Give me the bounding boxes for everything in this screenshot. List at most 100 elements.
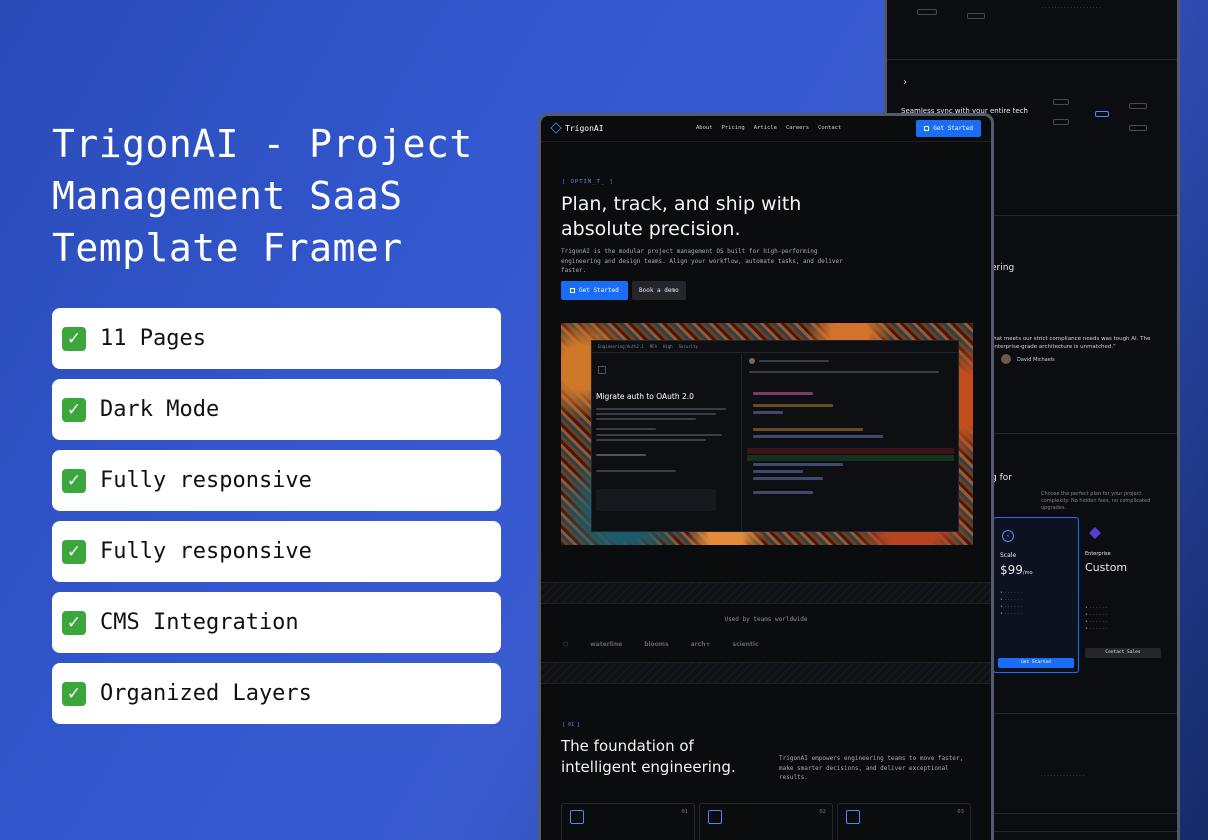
check-mark-icon: ✓ xyxy=(62,610,86,635)
check-mark-icon: ✓ xyxy=(62,326,86,351)
check-mark-icon: ✓ xyxy=(62,397,86,422)
check-mark-icon: ✓ xyxy=(62,681,86,706)
client-logo: arch+ xyxy=(690,641,711,648)
code-line xyxy=(753,404,833,407)
text-line xyxy=(596,413,716,415)
code-line xyxy=(753,428,863,431)
feature-item: ✓ Fully responsive xyxy=(52,521,501,582)
logo[interactable]: TrigonAI xyxy=(550,122,604,134)
workflow-icon xyxy=(570,810,584,824)
hero-artwork: Engineering/Auth2.1 MFA High Security Mi… xyxy=(561,323,973,545)
pricing-desc: Choose the perfect plan for your project… xyxy=(1041,491,1151,511)
diagram-node xyxy=(1129,125,1147,131)
diff-removed-line xyxy=(747,448,954,454)
get-started-button[interactable]: Get Started xyxy=(561,281,628,300)
plan-cta-button[interactable]: Get Started xyxy=(998,658,1074,668)
testimonial-quote: that meets our strict compliance needs w… xyxy=(991,336,1151,350)
plan-name: Scale xyxy=(1000,552,1017,559)
client-logo: blooms xyxy=(644,641,669,648)
text-line xyxy=(596,418,696,420)
nav-cta-label: Get Started xyxy=(933,125,973,132)
feature-item: ✓ Fully responsive xyxy=(52,450,501,511)
get-started-label: Get Started xyxy=(579,287,619,294)
app-tabs: Engineering/Auth2.1 MFA High Security xyxy=(592,341,958,353)
issue-title: Migrate auth to OAuth 2.0 xyxy=(596,392,694,401)
square-icon xyxy=(570,288,575,293)
text-line xyxy=(596,408,726,410)
feature-label: Fully responsive xyxy=(100,468,312,493)
grid-icon xyxy=(708,810,722,824)
section-description: TrigonAI empowers engineering teams to m… xyxy=(779,755,964,781)
diagram-node xyxy=(917,9,937,15)
square-icon xyxy=(924,126,930,131)
client-logo: waterline xyxy=(590,641,623,648)
code-line xyxy=(753,477,823,480)
divider xyxy=(887,59,1177,60)
nav-link-about[interactable]: About xyxy=(696,125,713,131)
avatar xyxy=(749,358,755,364)
hero-description: TrigonAI is the modular project manageme… xyxy=(561,248,843,274)
front-screenshot: TrigonAI About Pricing Article Careers C… xyxy=(538,113,994,840)
feature-label: Dark Mode xyxy=(100,397,220,422)
avatar xyxy=(1001,354,1011,364)
nav-link-careers[interactable]: Careers xyxy=(786,125,809,131)
client-logo: scientic xyxy=(732,641,759,648)
hero-title: Plan, track, and ship with absolute prec… xyxy=(561,193,802,240)
text-line xyxy=(759,360,829,362)
back-text-lines: · · · · · · · · · · · · · · · · · · · xyxy=(1042,5,1101,11)
text-line xyxy=(596,454,646,456)
feature-item: ✓ CMS Integration xyxy=(52,592,501,653)
feature-card: 01 xyxy=(561,803,695,840)
issue-panel: Migrate auth to OAuth 2.0 xyxy=(592,354,742,531)
app-tab: High xyxy=(663,344,673,349)
app-preview: Engineering/Auth2.1 MFA High Security Mi… xyxy=(591,340,959,532)
section-title: The foundation of intelligent engineerin… xyxy=(561,737,736,776)
feature-card: 02 xyxy=(699,803,833,840)
plan-name: Enterprise xyxy=(1085,551,1111,557)
person-name: David Michaels xyxy=(1017,357,1055,363)
comment-box xyxy=(596,489,716,511)
code-line xyxy=(753,470,803,473)
book-demo-button[interactable]: Book a demo xyxy=(632,281,686,300)
lightning-icon: ⚡ xyxy=(1002,530,1014,542)
plan-card-scale: ⚡ Scale $99/mo • · · · · · · • · · · · · … xyxy=(993,517,1079,673)
feature-card: 03 xyxy=(837,803,971,840)
section-heading: ering xyxy=(991,263,1015,273)
pricing-heading: g for xyxy=(991,473,1012,483)
faq-intro: · · · · · · · · · · · · · · xyxy=(1041,773,1084,779)
client-logos: ⬡ waterline blooms arch+ scientic xyxy=(563,641,759,648)
plan-features: • · · · · · · • · · · · · · • · · · · · · •… xyxy=(1000,590,1023,617)
feature-item: ✓ Dark Mode xyxy=(52,379,501,440)
check-mark-icon: ✓ xyxy=(62,539,86,564)
code-panel xyxy=(743,354,958,531)
nav-link-contact[interactable]: Contact xyxy=(818,125,841,131)
app-tab: Security xyxy=(678,344,698,349)
text-line xyxy=(596,434,722,436)
text-line xyxy=(596,428,656,430)
code-line xyxy=(753,463,843,466)
feature-item: ✓ Organized Layers xyxy=(52,663,501,724)
section-tag: [ 01 ] xyxy=(562,722,581,728)
logo-mark-icon xyxy=(550,122,562,134)
diagram-node xyxy=(1095,111,1109,117)
used-by-label: Used by teams worldwide xyxy=(724,616,808,623)
diagram-node xyxy=(1053,119,1069,125)
text-line xyxy=(596,470,676,472)
nav-get-started-button[interactable]: Get Started xyxy=(916,120,981,137)
plan-features: • · · · · · · • · · · · · · • · · · · · · •… xyxy=(1085,605,1108,632)
text-line xyxy=(596,439,706,441)
plan-cta-button[interactable]: Contact Sales xyxy=(1085,648,1161,658)
feature-list: ✓ 11 Pages ✓ Dark Mode ✓ Fully responsiv… xyxy=(52,308,501,734)
nav-link-pricing[interactable]: Pricing xyxy=(722,125,745,131)
code-line xyxy=(753,435,883,438)
navbar: TrigonAI About Pricing Article Careers C… xyxy=(541,116,991,142)
feature-label: CMS Integration xyxy=(100,610,299,635)
promo-title: TrigonAI - Project Management SaaS Templ… xyxy=(52,122,473,270)
hatch-divider xyxy=(541,662,991,684)
card-number: 01 xyxy=(681,809,688,815)
plan-price: $99/mo xyxy=(1000,563,1033,577)
nav-links: About Pricing Article Careers Contact xyxy=(696,125,841,131)
nav-link-article[interactable]: Article xyxy=(754,125,777,131)
check-mark-icon: ✓ xyxy=(62,468,86,493)
client-logo: ⬡ xyxy=(563,641,569,648)
